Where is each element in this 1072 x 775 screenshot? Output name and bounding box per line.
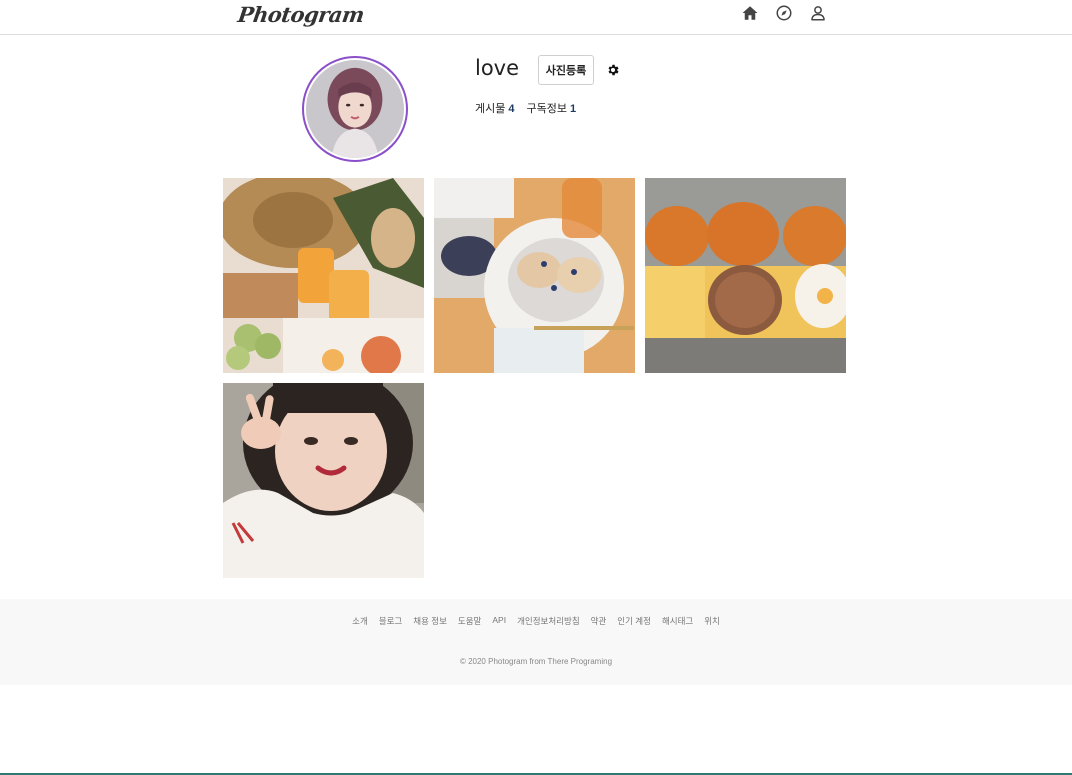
profile-username: love (475, 56, 520, 80)
compass-icon[interactable] (774, 3, 794, 23)
posts-count: 4 (508, 103, 515, 115)
copyright-text: © 2020 Photogram from There Programing (459, 657, 613, 666)
footer-link-blog[interactable]: 블로그 (379, 615, 402, 627)
footer-link-about[interactable]: 소개 (352, 615, 368, 627)
avatar-image (306, 60, 404, 158)
footer-link-privacy[interactable]: 개인정보처리방침 (517, 615, 580, 627)
selfie-photo[interactable] (223, 383, 424, 578)
top-navbar: Photogram (0, 0, 1072, 35)
posts-label: 게시물 (475, 103, 506, 115)
burger-buns-photo[interactable] (645, 178, 846, 373)
nav-icons (740, 3, 828, 23)
footer-link-help[interactable]: 도움말 (458, 615, 481, 627)
photogram-logo[interactable]: Photogram (236, 2, 365, 27)
upload-photo-button[interactable]: 사진등록 (538, 55, 594, 85)
subscribe-count: 1 (569, 103, 577, 115)
footer-link-terms[interactable]: 약관 (591, 615, 607, 627)
footer-link-top-accounts[interactable]: 인기 계정 (617, 615, 651, 627)
footer-link-locations[interactable]: 위치 (704, 615, 720, 627)
drinks-picnic-photo[interactable] (223, 178, 424, 373)
footer-link-api[interactable]: API (492, 615, 506, 627)
profile-avatar[interactable] (302, 56, 408, 162)
footer-link-hashtags[interactable]: 해시태그 (662, 615, 693, 627)
pancakes-photo[interactable] (434, 178, 635, 373)
footer-link-jobs[interactable]: 채용 정보 (413, 615, 447, 627)
gear-icon[interactable] (606, 63, 620, 77)
posts-stat[interactable]: 게시물 4 (475, 100, 515, 116)
user-icon[interactable] (808, 3, 828, 23)
subscribe-stat[interactable]: 구독정보 1 (527, 100, 577, 116)
subscribe-label: 구독정보 (526, 103, 567, 115)
profile-stats: 게시물 4 구독정보 1 (475, 100, 576, 116)
footer: 소개 블로그 채용 정보 도움말 API 개인정보처리방침 약관 인기 계정 해… (0, 599, 1072, 685)
footer-links: 소개 블로그 채용 정보 도움말 API 개인정보처리방침 약관 인기 계정 해… (0, 615, 1072, 627)
home-icon[interactable] (740, 3, 760, 23)
